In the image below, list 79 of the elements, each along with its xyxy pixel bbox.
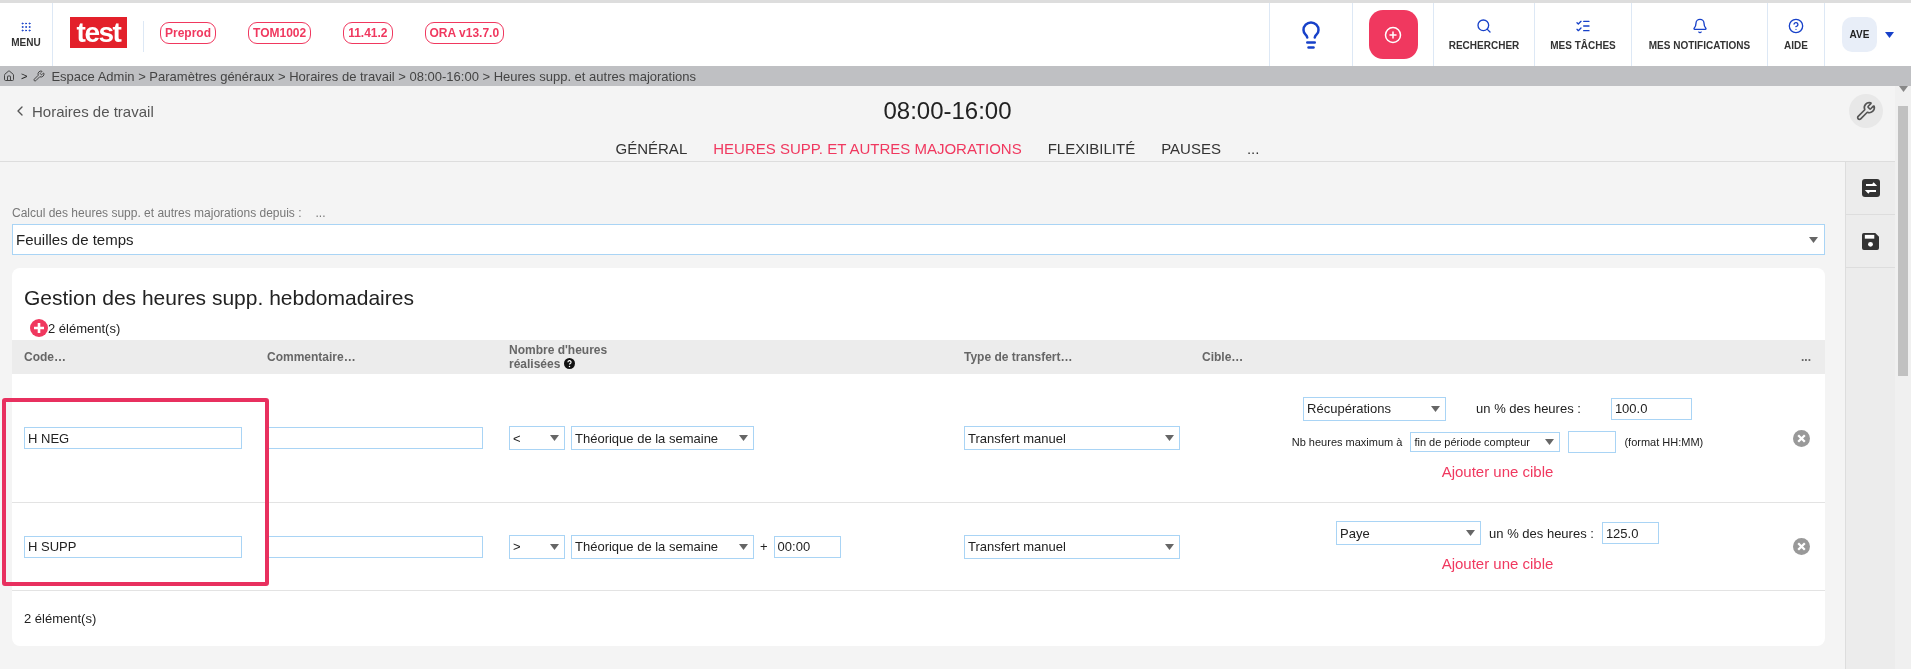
input-field[interactable] [267, 427, 483, 449]
search-icon [1476, 18, 1492, 34]
select-field[interactable]: Paye [1336, 521, 1482, 545]
caret-icon [1885, 31, 1894, 38]
input-field[interactable]: 00:00 [773, 535, 841, 558]
select-field[interactable]: Récupérations [1303, 396, 1447, 421]
back-link[interactable]: Horaires de travail [12, 102, 312, 120]
bell-icon [1691, 18, 1708, 34]
wrench-icon [1856, 101, 1876, 121]
input-field[interactable] [267, 535, 483, 558]
percent-label: un % des heures : [1489, 525, 1594, 541]
column-header: ... [1801, 350, 1811, 364]
input-field[interactable]: H NEG [24, 427, 242, 449]
column-header: Cible… [1202, 350, 1244, 364]
grid-icon [20, 21, 32, 33]
caret-icon [550, 543, 559, 550]
home-icon [3, 70, 15, 82]
plus-icon [1384, 25, 1402, 44]
tab[interactable]: HEURES SUPP. ET AUTRES MAJORATIONS [713, 136, 1022, 160]
input-field[interactable]: H SUPP [24, 535, 242, 558]
caret-icon [739, 543, 748, 550]
user-avatar[interactable]: AVE [1842, 17, 1877, 52]
caret-icon [550, 435, 559, 441]
breadcrumb-path: Espace Admin > Paramètres généraux > Horaires de travail > 08:00-16:00 > Heures supp. et autres majorations [51, 68, 697, 84]
caret-icon [1431, 405, 1441, 412]
select-field[interactable]: < [509, 426, 565, 450]
section-title: Gestion des heures supp. hebdomadaires [24, 286, 415, 310]
logo: test [70, 17, 127, 48]
environment-chip: Preprod [160, 21, 216, 44]
page-title: 08:00-16:00 [883, 97, 1012, 125]
environment-chip: ORA v13.7.0 [424, 21, 505, 44]
percent-label: un % des heures : [1476, 401, 1581, 416]
caret-icon [1165, 543, 1174, 550]
item-count: 2 élément(s) [48, 320, 121, 336]
scrollbar[interactable] [1895, 86, 1911, 669]
column-header: Type de transfert… [964, 350, 1073, 364]
format-hint: (format HH:MM) [1624, 435, 1704, 448]
add-target-link[interactable]: Ajouter une cible [1441, 555, 1554, 572]
select-field[interactable]: > [509, 534, 565, 559]
tab[interactable]: GÉNÉRAL [615, 136, 688, 160]
input-field[interactable] [1568, 430, 1617, 453]
select-field[interactable]: Transfert manuel [964, 426, 1180, 450]
select-field[interactable]: Théorique de la semaine [571, 534, 754, 559]
caret-icon [1165, 435, 1174, 441]
add-icon[interactable] [30, 319, 48, 337]
environment-chip: 11.41.2 [343, 21, 393, 44]
caret-icon [1809, 236, 1818, 243]
tab[interactable]: FLEXIBILITÉ [1047, 136, 1136, 160]
breadcrumb-separator: > [21, 70, 28, 82]
select-field[interactable]: fin de période compteur [1410, 431, 1561, 452]
column-header: Code… [24, 350, 66, 364]
add-button[interactable] [1368, 10, 1418, 59]
field-label: Calcul des heures supp. et autres majorations depuis : [12, 206, 302, 220]
field-hint: ... [315, 206, 326, 220]
wrench-icon [33, 70, 46, 82]
column-header: Nombre d'heures réalisées [509, 343, 609, 371]
remove-icon[interactable] [1792, 538, 1810, 555]
input-field[interactable]: 100.0 [1610, 397, 1692, 420]
tab[interactable]: PAUSES [1161, 136, 1221, 160]
save-exchange-icon [1861, 179, 1880, 197]
item-count: 2 élément(s) [24, 611, 97, 626]
select-field[interactable]: Feuilles de temps [12, 224, 1825, 255]
floppy-icon [1862, 232, 1879, 250]
max-hours-label: Nb heures maximum à [1291, 435, 1403, 448]
plus-sign: + [760, 539, 768, 554]
add-target-link[interactable]: Ajouter une cible [1441, 462, 1554, 480]
settings-button[interactable] [1849, 94, 1883, 128]
tab[interactable]: ... [1246, 136, 1260, 160]
checklist-icon [1575, 18, 1591, 34]
help-icon [1788, 18, 1804, 34]
caret-icon [1466, 530, 1476, 536]
remove-icon[interactable] [1792, 429, 1810, 447]
caret-icon [739, 435, 748, 441]
select-field[interactable]: Transfert manuel [964, 534, 1180, 559]
select-field[interactable]: Théorique de la semaine [571, 426, 754, 450]
caret-icon [1545, 438, 1555, 445]
input-field[interactable]: 125.0 [1601, 522, 1659, 544]
environment-chip: TOM1002 [248, 21, 312, 44]
column-header: Commentaire… [267, 350, 356, 364]
